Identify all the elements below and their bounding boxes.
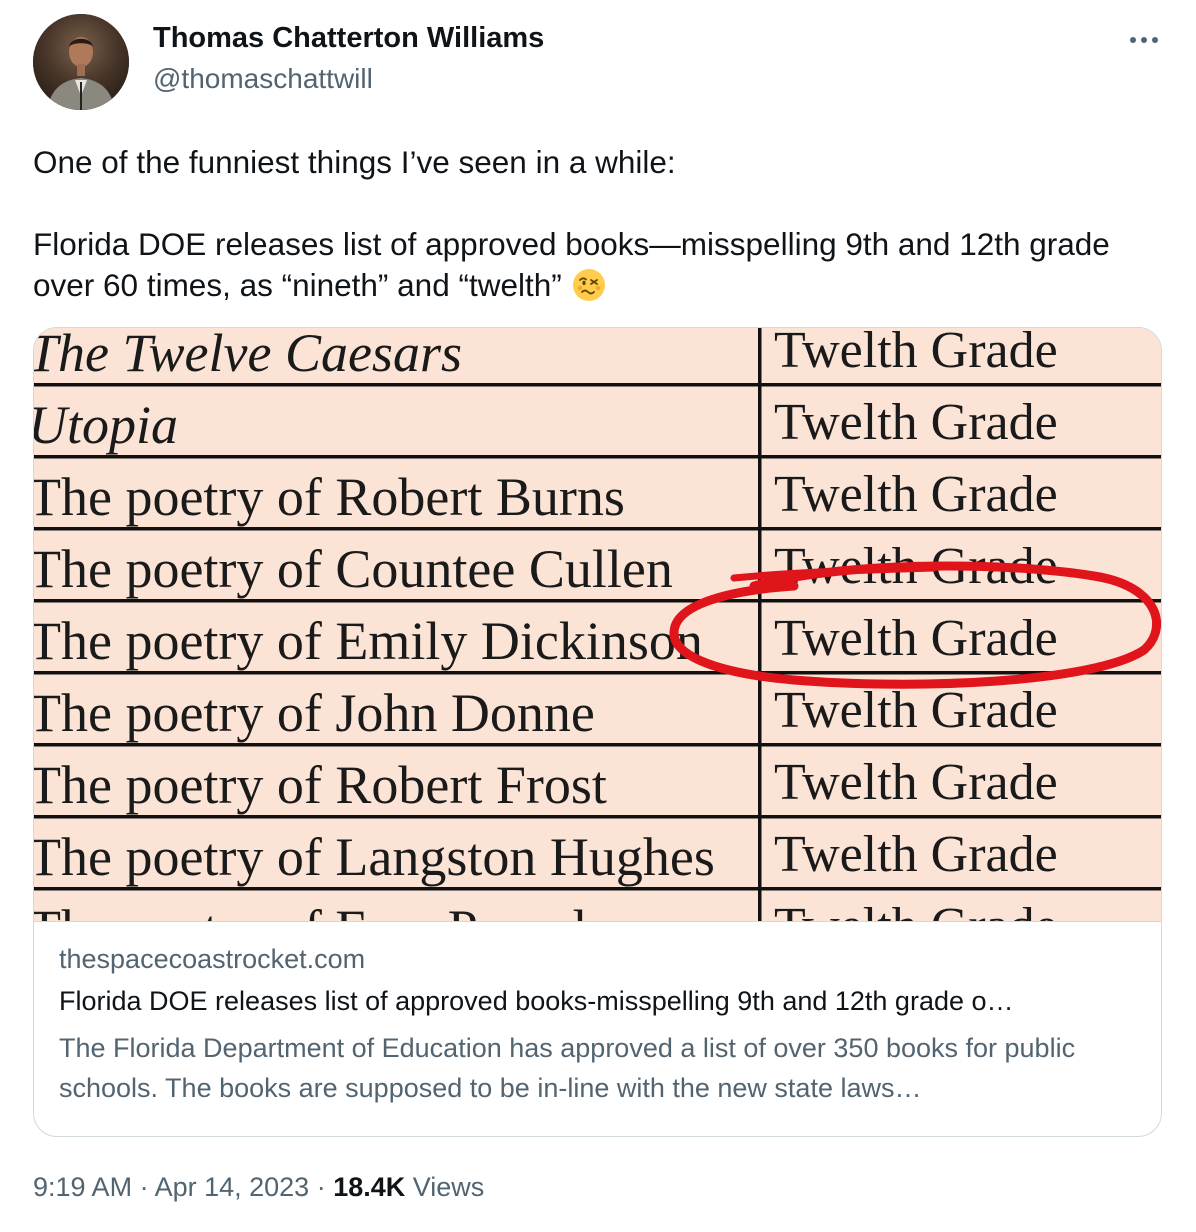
book-list-table: The Twelve Caesars Twelth Grade Utopia Twel… xyxy=(34,328,1161,921)
more-horizontal-icon xyxy=(1130,37,1158,43)
card-info: thespacecoastrocket.com Florida DOE rele… xyxy=(34,921,1161,1136)
tweet-line-2: Florida DOE releases list of approved bo… xyxy=(33,224,1163,306)
table-rule xyxy=(34,455,1161,459)
tweet-line-1: One of the funniest things I’ve seen in … xyxy=(33,144,676,180)
grade-label: Twelth Grade xyxy=(774,754,1058,811)
avatar-photo xyxy=(33,14,129,110)
card-title: Florida DOE releases list of approved bo… xyxy=(59,986,1014,1016)
table-rule xyxy=(34,527,1161,531)
link-card[interactable]: The Twelve Caesars Twelth Grade Utopia Twel… xyxy=(33,327,1162,1137)
table-rule xyxy=(34,383,1161,387)
grade-label: Twelth Grade xyxy=(774,328,1058,379)
woozy-face-emoji xyxy=(571,267,607,303)
author-name[interactable]: Thomas Chatterton Williams xyxy=(153,22,544,55)
tweet-date[interactable]: Apr 14, 2023 xyxy=(155,1172,310,1202)
book-title: Utopia xyxy=(34,395,178,455)
grade-label: Twelth Grade xyxy=(774,394,1058,451)
book-title: The poetry of Robert Frost xyxy=(34,755,607,815)
grade-label: Twelth Grade xyxy=(774,466,1058,523)
book-title: The poetry of Countee Cullen xyxy=(34,539,673,599)
card-image: The Twelve Caesars Twelth Grade Utopia Twel… xyxy=(34,328,1161,921)
book-title: The poetry of Langston Hughes xyxy=(34,827,715,887)
author-handle[interactable]: @thomaschattwill xyxy=(153,63,373,95)
table-column-divider xyxy=(758,328,762,921)
grade-label: Twelth Grade xyxy=(774,610,1058,667)
tweet-time[interactable]: 9:19 AM xyxy=(33,1172,132,1202)
book-title: The poetry of Robert Burns xyxy=(34,467,625,527)
grade-label: Twelth Grade xyxy=(774,682,1058,739)
book-title: The poetry of Ezra Pound xyxy=(34,899,586,921)
meta-separator: · xyxy=(132,1172,155,1202)
card-description: The Florida Department of Education has … xyxy=(59,1033,1076,1103)
avatar[interactable] xyxy=(33,14,129,110)
tweet-text: One of the funniest things I’ve seen in … xyxy=(33,142,1163,306)
book-title: The Twelve Caesars xyxy=(34,328,462,383)
meta-separator: · xyxy=(309,1172,334,1202)
views-label: Views xyxy=(405,1172,485,1202)
table-rule xyxy=(34,599,1161,603)
table-rule xyxy=(34,671,1161,675)
tweet-meta: 9:19 AM · Apr 14, 2023 · 18.4K Views xyxy=(33,1172,484,1203)
card-domain: thespacecoastrocket.com xyxy=(59,944,366,974)
table-rule xyxy=(34,887,1161,891)
grade-label: Twelth Grade xyxy=(774,826,1058,883)
table-rule xyxy=(34,743,1161,747)
table-rule xyxy=(34,815,1161,819)
grade-label: Twelth Grade xyxy=(774,898,1058,921)
views-count: 18.4K xyxy=(333,1172,406,1202)
book-title: The poetry of John Donne xyxy=(34,683,595,743)
more-button[interactable] xyxy=(1124,22,1164,58)
book-title: The poetry of Emily Dickinson xyxy=(34,611,703,671)
